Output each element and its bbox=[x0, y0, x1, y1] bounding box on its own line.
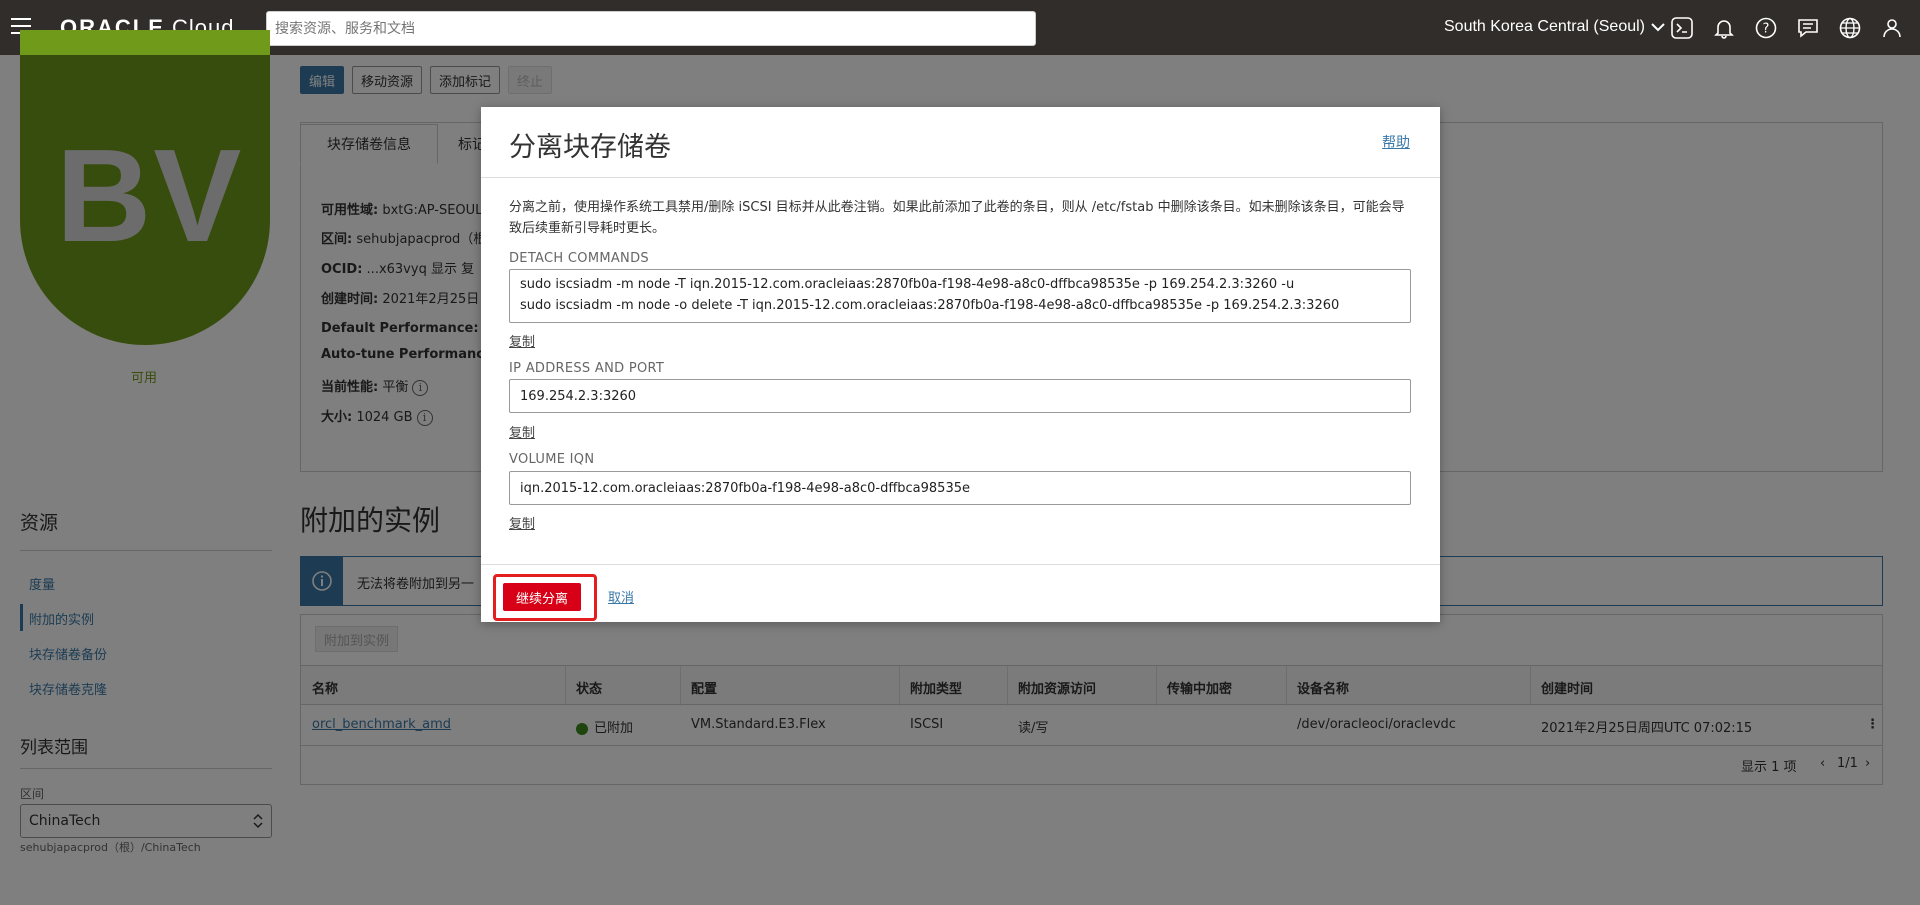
dialog-title: 分离块存储卷 bbox=[509, 132, 671, 163]
copy-ip-address-link[interactable]: 复制 bbox=[509, 422, 535, 441]
detach-commands-field[interactable]: sudo iscsiadm -m node -T iqn.2015-12.com… bbox=[509, 269, 1411, 323]
chat-feedback-icon[interactable] bbox=[1794, 14, 1822, 42]
copy-volume-iqn-link[interactable]: 复制 bbox=[509, 513, 535, 532]
svg-text:?: ? bbox=[1763, 22, 1770, 37]
help-icon[interactable]: ? bbox=[1752, 14, 1780, 42]
region-selector[interactable]: South Korea Central (Seoul) bbox=[1444, 18, 1665, 36]
top-navigation-bar: ORACLE Cloud South Korea Central (Seoul)… bbox=[0, 0, 1920, 55]
cancel-link[interactable]: 取消 bbox=[608, 587, 634, 606]
divider bbox=[481, 177, 1440, 178]
help-link[interactable]: 帮助 bbox=[1382, 132, 1410, 152]
ip-address-field[interactable]: 169.254.2.3:3260 bbox=[509, 379, 1411, 413]
search-input[interactable] bbox=[266, 11, 1036, 46]
highlight-box: 继续分离 bbox=[493, 574, 597, 621]
profile-avatar-icon[interactable] bbox=[1878, 14, 1906, 42]
dialog-description: 分离之前，使用操作系统工具禁用/删除 iSCSI 目标并从此卷注销。如果此前添加… bbox=[509, 200, 1405, 236]
continue-detach-button[interactable]: 继续分离 bbox=[503, 583, 581, 611]
detach-volume-dialog: 分离块存储卷 帮助 分离之前，使用操作系统工具禁用/删除 iSCSI 目标并从此… bbox=[481, 107, 1440, 622]
region-label: South Korea Central (Seoul) bbox=[1444, 18, 1645, 35]
language-globe-icon[interactable] bbox=[1836, 14, 1864, 42]
copy-detach-commands-link[interactable]: 复制 bbox=[509, 331, 535, 350]
detach-commands-label: DETACH COMMANDS bbox=[509, 251, 649, 266]
volume-iqn-field[interactable]: iqn.2015-12.com.oracleiaas:2870fb0a-f198… bbox=[509, 471, 1411, 505]
dialog-footer: 继续分离 取消 bbox=[481, 564, 1440, 622]
volume-iqn-label: VOLUME IQN bbox=[509, 452, 595, 467]
notification-bell-icon[interactable] bbox=[1710, 14, 1738, 42]
cloud-shell-icon[interactable] bbox=[1668, 14, 1696, 42]
ip-address-label: IP ADDRESS AND PORT bbox=[509, 361, 665, 376]
chevron-down-icon bbox=[1651, 23, 1665, 32]
